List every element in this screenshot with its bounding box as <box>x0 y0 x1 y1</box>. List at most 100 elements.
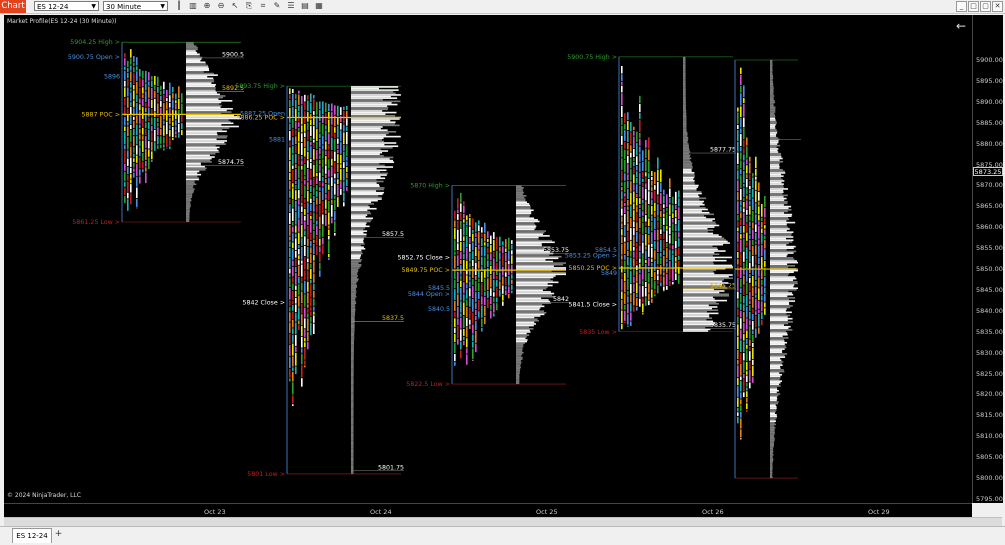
tpo-segment <box>454 312 456 318</box>
chart-window-badge[interactable]: Chart <box>0 0 26 13</box>
drawing-icon[interactable]: ✎ <box>272 1 282 11</box>
price-axis[interactable]: 5900.005895.005890.005885.005880.005875.… <box>972 15 1003 503</box>
tpo-segment <box>749 284 751 292</box>
volume-bar <box>516 213 531 215</box>
volume-bar <box>351 205 368 207</box>
tab-es-12-24[interactable]: ES 12-24 <box>12 528 52 543</box>
tpo-segment <box>657 285 659 293</box>
volume-bar <box>351 174 387 176</box>
volume-bar <box>770 108 775 110</box>
restore-icon[interactable]: ▢ <box>980 1 991 12</box>
volume-bar <box>770 249 787 251</box>
tpo-segment <box>457 210 459 214</box>
volume-bar <box>770 372 779 374</box>
tpo-segment <box>675 218 677 224</box>
time-axis[interactable]: Oct 23Oct 24Oct 25Oct 26Oct 29 <box>4 503 972 518</box>
indicator-icon[interactable]: ⌗ <box>258 1 268 11</box>
tpo-segment <box>496 276 498 279</box>
maximize-icon[interactable]: □ <box>968 1 979 12</box>
volume-bar <box>351 403 354 405</box>
tpo-segment <box>675 192 677 204</box>
volume-bar <box>351 200 378 202</box>
volume-bar <box>351 290 356 292</box>
tpo-segment <box>645 183 647 188</box>
tpo-segment <box>298 106 300 111</box>
strategy-icon[interactable]: ⎘ <box>244 1 254 11</box>
tpo-segment <box>746 403 748 409</box>
volume-bar <box>770 179 783 181</box>
tpo-segment <box>466 289 468 298</box>
pointer-icon[interactable]: ↖ <box>230 1 240 11</box>
profile-value-label: 5900.5 <box>222 51 244 58</box>
tpo-segment <box>499 290 501 296</box>
back-arrow-icon[interactable]: ← <box>956 20 966 32</box>
tpo-segment <box>313 196 315 201</box>
price-tick-label: 5880.00 <box>976 140 1003 148</box>
tpo-segment <box>460 288 462 301</box>
volume-bar <box>351 286 357 288</box>
tpo-segment <box>642 223 644 234</box>
price-tick-label: 5860.00 <box>976 223 1003 231</box>
volume-bar <box>516 298 541 300</box>
volume-bar <box>683 202 703 204</box>
volume-bar <box>770 255 787 257</box>
minimize-icon[interactable]: _ <box>956 1 967 12</box>
tpo-segment <box>130 174 132 179</box>
tpo-segment <box>746 179 748 188</box>
tpo-segment <box>289 124 291 131</box>
volume-bar <box>770 199 784 201</box>
volume-bar <box>770 376 780 378</box>
bar-type-icon[interactable]: ┃ <box>174 1 184 11</box>
tpo-segment <box>475 292 477 302</box>
tpo-segment <box>163 95 165 102</box>
tpo-segment <box>313 95 315 98</box>
tpo-segment <box>737 278 739 291</box>
grid-icon[interactable]: ▦ <box>314 1 324 11</box>
tpo-segment <box>657 270 659 275</box>
volume-bar <box>770 95 774 97</box>
close-icon[interactable]: ✕ <box>992 1 1003 12</box>
volume-bar <box>770 174 781 176</box>
tpo-segment <box>304 308 306 318</box>
volume-bar <box>770 111 775 113</box>
tpo-segment <box>648 301 650 305</box>
volume-bar <box>186 53 200 55</box>
data-box-icon[interactable]: ▤ <box>300 1 310 11</box>
properties-icon[interactable]: ☰ <box>286 1 296 11</box>
zoom-icon[interactable]: ⊕ <box>202 1 212 11</box>
tpo-segment <box>124 53 126 57</box>
volume-bar <box>683 98 686 100</box>
instrument-selector[interactable]: ES 12-24 ▼ <box>34 1 99 11</box>
tpo-segment <box>627 112 629 120</box>
tpo-segment <box>313 161 315 164</box>
volume-bar <box>683 154 690 156</box>
bar-chart-icon[interactable]: ▥ <box>188 1 198 11</box>
tpo-segment <box>749 194 751 200</box>
add-tab-icon[interactable]: + <box>54 530 63 539</box>
tpo-segment <box>737 112 739 124</box>
volume-bar <box>770 223 787 225</box>
volume-bar <box>351 272 358 274</box>
tpo-segment <box>654 191 656 202</box>
tpo-segment <box>737 316 739 323</box>
chart-panel[interactable]: 5904.25 High >5900.75 Open >58965887 POC… <box>4 15 972 503</box>
volume-bar <box>683 239 726 241</box>
zoom-out-icon[interactable]: ⊖ <box>216 1 226 11</box>
volume-bar <box>351 123 395 125</box>
interval-selector[interactable]: 30 Minute ▼ <box>103 1 168 11</box>
volume-bar <box>516 266 554 268</box>
tpo-segment <box>331 205 333 217</box>
tpo-segment <box>663 272 665 275</box>
tpo-segment <box>289 269 291 274</box>
tpo-segment <box>295 100 297 108</box>
tpo-segment <box>124 164 126 171</box>
tpo-segment <box>624 226 626 236</box>
volume-bar <box>351 306 355 308</box>
tpo-segment <box>645 264 647 268</box>
volume-bar <box>770 233 792 235</box>
volume-bar <box>770 119 776 121</box>
volume-bar <box>516 344 523 346</box>
tpo-segment <box>627 257 629 266</box>
tpo-segment <box>764 208 766 218</box>
tpo-segment <box>752 198 754 210</box>
